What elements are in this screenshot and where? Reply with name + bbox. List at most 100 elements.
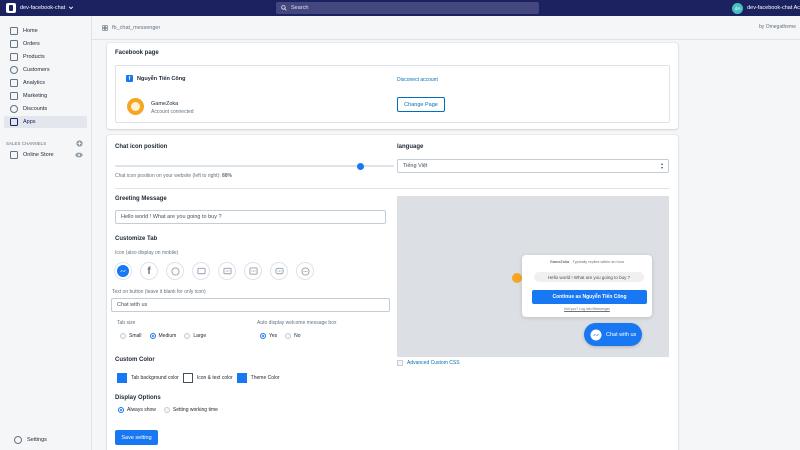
- sidebar-item-home[interactable]: Home: [4, 25, 87, 37]
- bubble-icon-option-5[interactable]: [270, 262, 288, 280]
- bubble-icon-option-3[interactable]: [218, 262, 236, 280]
- change-page-button[interactable]: Change Page: [397, 97, 445, 112]
- radio[interactable]: [163, 407, 170, 413]
- discounts-icon: [10, 105, 18, 113]
- messenger-icon: [117, 265, 129, 277]
- greeting-message-input[interactable]: Hello world ! What are you going to buy …: [115, 210, 386, 224]
- eye-icon[interactable]: [75, 152, 83, 158]
- sidebar-item-label: Discounts: [23, 106, 48, 112]
- sidebar: Home Orders Products Customers Analytics…: [0, 16, 92, 450]
- sidebar-item-settings[interactable]: Settings: [8, 434, 47, 446]
- continue-as-button[interactable]: Continue as Nguyễn Tiến Công: [532, 290, 647, 304]
- custom-color-label: Custom Color: [115, 357, 155, 363]
- language-select[interactable]: Tiếng Việt ▴ ▾: [397, 159, 669, 173]
- add-channel-icon[interactable]: [76, 139, 83, 147]
- save-setting-button[interactable]: Save setting: [115, 430, 158, 445]
- auto-display-yes[interactable]: Yes: [260, 333, 277, 339]
- display-options-label: Display Options: [115, 395, 161, 401]
- top-bar: dev-facebook-chat Search dA dev-facebook…: [0, 0, 800, 16]
- bubble-icon-option-4[interactable]: [244, 262, 262, 280]
- text-on-button-label: Text on button (leave it blank for only …: [112, 289, 206, 295]
- sidebar-item-apps[interactable]: Apps: [4, 116, 87, 128]
- display-working-time[interactable]: Setting working time: [163, 407, 218, 413]
- sidebar-item-orders[interactable]: Orders: [4, 38, 87, 50]
- radio[interactable]: [120, 333, 126, 339]
- search-icon: [281, 5, 287, 11]
- slider-thumb[interactable]: [357, 162, 365, 170]
- disconnect-account-link[interactable]: Disconect account: [397, 77, 438, 83]
- sidebar-item-customers[interactable]: Customers: [4, 64, 87, 76]
- home-icon: [10, 27, 18, 35]
- chat-round-dots-icon: [274, 267, 284, 274]
- bubble-icon-option-6[interactable]: [296, 262, 314, 280]
- chat-with-us-button[interactable]: Chat with us: [584, 323, 642, 346]
- theme-color-swatch[interactable]: [236, 373, 247, 383]
- position-desc-text: Chat icon position on your website (left…: [115, 173, 222, 179]
- radio[interactable]: [184, 333, 191, 339]
- sidebar-item-label: Marketing: [23, 93, 48, 99]
- search-placeholder: Search: [291, 5, 309, 11]
- tab-size-large[interactable]: Large: [184, 333, 206, 339]
- bubble-icon-option-2[interactable]: [192, 262, 210, 280]
- radio-selected[interactable]: [149, 333, 156, 339]
- option-label: Yes: [269, 333, 278, 339]
- option-label: Large: [193, 333, 207, 339]
- sidebar-item-label: Products: [23, 54, 45, 60]
- chat-dots-square-icon: [248, 266, 258, 275]
- store-name: dev-facebook-chat: [20, 5, 66, 11]
- tab-size-small[interactable]: Small: [120, 333, 142, 339]
- text-on-button-input[interactable]: Chat with us: [111, 298, 390, 312]
- store-switcher[interactable]: dev-facebook-chat: [0, 3, 270, 13]
- icon-caption: Icon (also display on mobile): [115, 250, 179, 256]
- marketing-icon: [10, 92, 18, 100]
- reply-page-name: GameZoka: [549, 260, 570, 264]
- tab-size-medium[interactable]: Medium: [149, 333, 176, 339]
- icon-text-color-swatch[interactable]: [182, 373, 193, 383]
- reply-time-text: GameZoka · Typically replies within an h…: [522, 260, 652, 264]
- sidebar-item-label: Settings: [27, 437, 47, 443]
- sidebar-item-label: Analytics: [23, 80, 46, 86]
- radio[interactable]: [285, 333, 292, 339]
- page-name: GameZoka: [151, 101, 179, 107]
- chat-preview: GameZoka · Typically replies within an h…: [397, 196, 669, 357]
- sidebar-item-discounts[interactable]: Discounts: [4, 103, 87, 115]
- advanced-css-checkbox[interactable]: [397, 360, 403, 366]
- sidebar-item-marketing[interactable]: Marketing: [4, 90, 87, 102]
- sales-channels-label: SALES CHANNELS: [6, 140, 47, 146]
- advanced-css-row[interactable]: Advanced Custom CSS: [397, 360, 460, 366]
- page-avatar: [127, 98, 144, 115]
- apps-icon: [102, 24, 108, 31]
- not-you-link[interactable]: Not you? Log into Messenger: [522, 307, 652, 311]
- customize-tab-label: Customize Tab: [115, 236, 158, 242]
- theme-color-label: Theme Color: [250, 375, 280, 381]
- page-avatar-small: [512, 273, 522, 283]
- bubble-icon-option-1[interactable]: [166, 262, 184, 280]
- tab-background-color-swatch[interactable]: [117, 373, 127, 383]
- auto-display-no[interactable]: No: [285, 333, 301, 339]
- display-always-show[interactable]: Always show: [118, 407, 156, 413]
- messenger-icon-option[interactable]: [114, 262, 132, 280]
- chat-bubble-icon: [170, 266, 180, 276]
- owner-name: Nguyễn Tiến Công: [137, 75, 186, 82]
- apps-icon: [10, 118, 18, 126]
- auto-display-label: Auto display welcome message box: [257, 320, 337, 326]
- color-row: Tab background color Icon & text color T…: [117, 373, 280, 383]
- position-slider[interactable]: [115, 162, 394, 170]
- facebook-icon-option[interactable]: f: [140, 262, 158, 280]
- sidebar-item-analytics[interactable]: Analytics: [4, 77, 87, 89]
- card-title: Facebook page: [115, 50, 159, 56]
- language-value: Tiếng Việt: [403, 163, 428, 169]
- search-input[interactable]: Search: [276, 2, 539, 14]
- radio-selected[interactable]: [260, 333, 266, 339]
- account-menu[interactable]: dA dev-facebook-chat Ac: [732, 0, 800, 16]
- breadcrumb-app[interactable]: fb_chat_messenger: [112, 25, 160, 31]
- sidebar-item-products[interactable]: Products: [4, 51, 87, 63]
- sidebar-item-online-store[interactable]: Online Store: [4, 149, 87, 161]
- page-status: Account connected: [151, 109, 194, 115]
- greeting-message-value: Hello world ! What are you going to buy …: [121, 214, 222, 220]
- analytics-icon: [10, 79, 18, 87]
- radio-selected[interactable]: [118, 407, 124, 413]
- greeting-bubble: Hello world ! What are you going to buy …: [534, 272, 644, 282]
- sidebar-item-label: Online Store: [23, 152, 54, 158]
- chat-dots-icon: [222, 267, 232, 274]
